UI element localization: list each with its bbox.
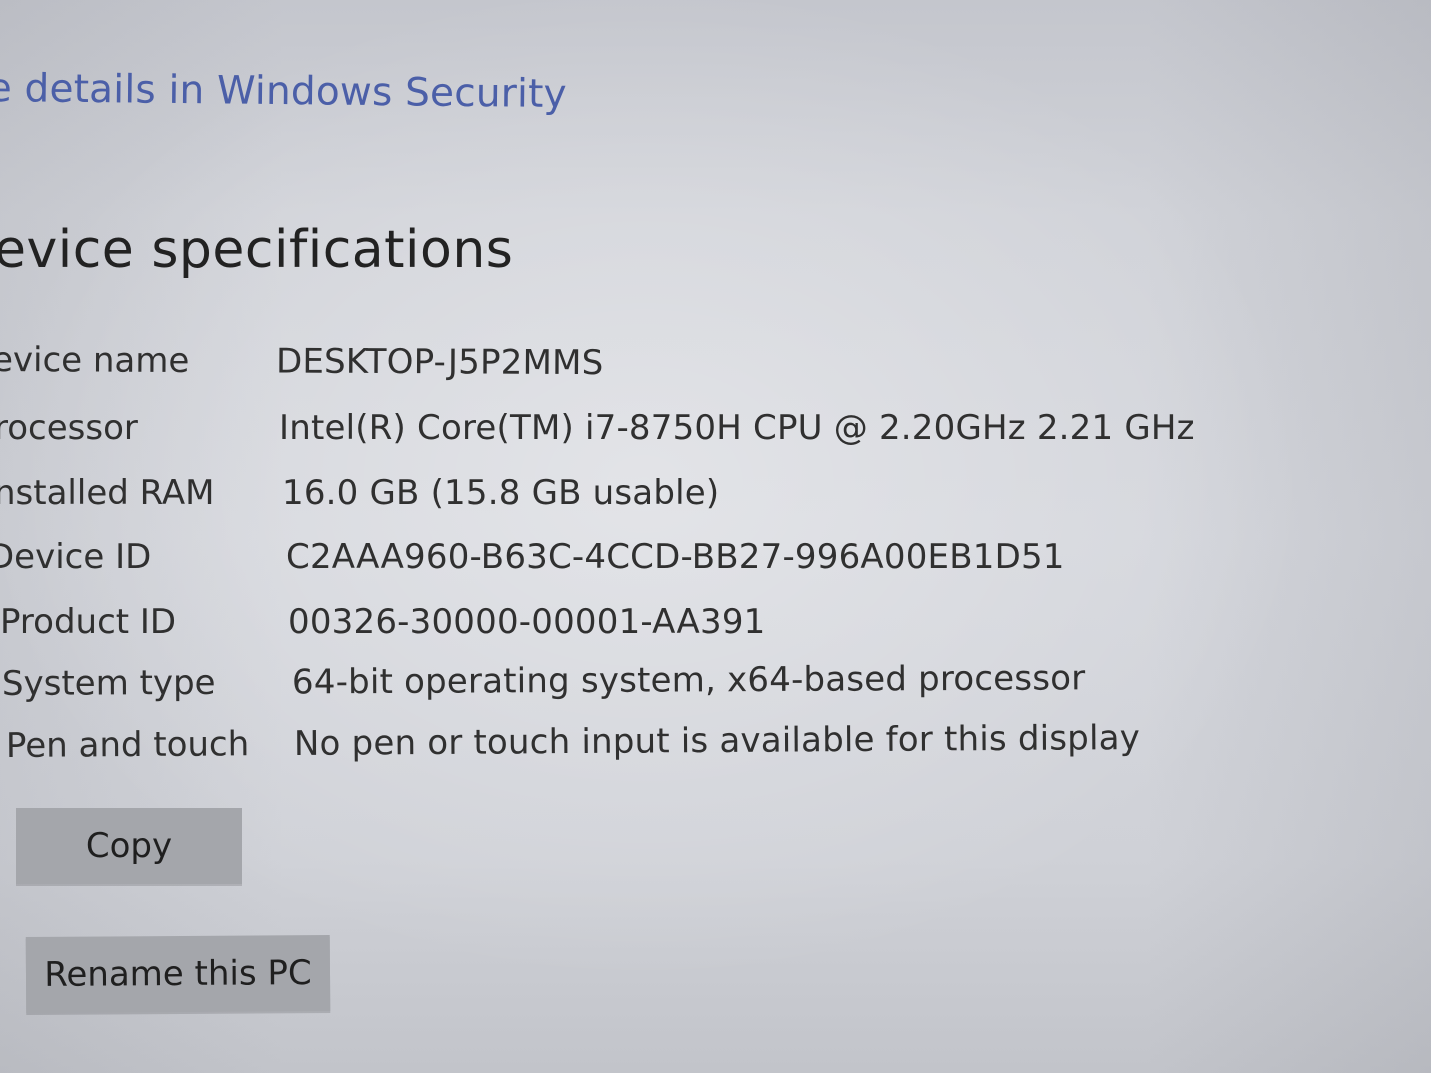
spec-label-installed-ram: nstalled RAM — [0, 473, 215, 513]
rename-pc-button[interactable]: Rename this PC — [25, 934, 331, 1014]
spec-label-product-id: Product ID — [0, 602, 177, 642]
spec-value-product-id: 00326-30000-00001-AA391 — [288, 602, 766, 642]
spec-value-installed-ram: 16.0 GB (15.8 GB usable) — [282, 473, 720, 513]
device-specifications-title: evice specifications — [0, 220, 514, 280]
copy-button[interactable]: Copy — [16, 808, 242, 884]
windows-security-link[interactable]: e details in Windows Security — [0, 66, 567, 117]
spec-label-pen-and-touch: Pen and touch — [5, 724, 250, 766]
spec-value-device-id: C2AAA960-B63C-4CCD-BB27-996A00EB1D51 — [286, 537, 1065, 577]
spec-label-system-type: System type — [1, 662, 216, 704]
spec-value-system-type: 64-bit operating system, x64-based proce… — [291, 658, 1086, 703]
spec-value-device-name: DESKTOP-J5P2MMS — [275, 341, 604, 384]
rename-pc-button-label: Rename this PC — [44, 953, 312, 995]
spec-label-device-id: Device ID — [0, 537, 152, 577]
spec-label-device-name: evice name — [0, 339, 190, 381]
copy-button-label: Copy — [85, 826, 173, 866]
spec-value-processor: Intel(R) Core(TM) i7-8750H CPU @ 2.20GHz… — [279, 408, 1195, 448]
spec-value-pen-and-touch: No pen or touch input is available for t… — [293, 718, 1141, 764]
spec-label-processor: rocessor — [0, 408, 138, 448]
